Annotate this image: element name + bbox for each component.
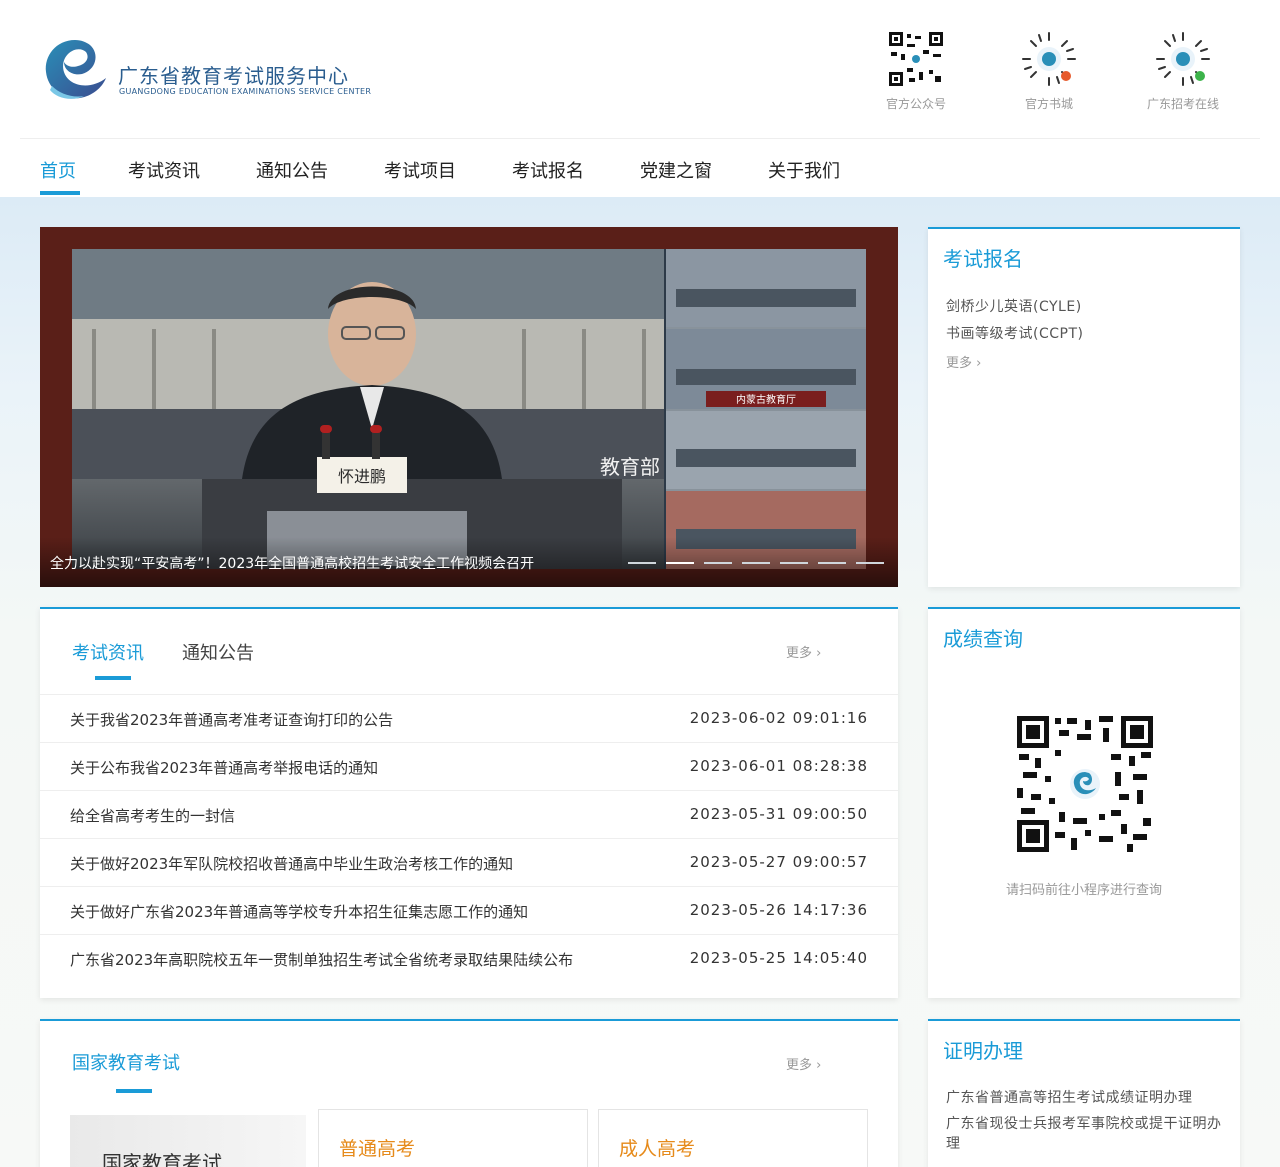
news-row[interactable]: 广东省2023年高职院校五年一贯制单独招生考试全省统考录取结果陆续公布 2023… [40,934,898,982]
score-query-card: 成绩查询 请扫码前往小程序进行查询 [928,607,1240,998]
org-name-cn: 广东省教育考试服务中心 [118,64,349,88]
news-row[interactable]: 关于公布我省2023年普通高考举报电话的通知 2023-06-01 08:28:… [40,742,898,790]
tab-exam-news[interactable]: 考试资讯 [72,639,144,665]
banner-photo-grid: 内蒙古教育厅 [666,249,866,569]
banner-photo-main: 怀进鹏 教育部 [72,249,664,569]
nav-exam-projects[interactable]: 考试项目 [384,157,456,183]
main-nav: 首页 考试资讯 通知公告 考试项目 考试报名 党建之窗 关于我们 [0,139,1280,197]
title-underline [116,1089,152,1093]
more-label: 更多 [786,646,813,661]
qr-label: 广东招考在线 [1146,97,1219,111]
nav-party-building[interactable]: 党建之窗 [640,157,712,183]
banner-slider[interactable]: 怀进鹏 教育部 内蒙古教育厅 全力以赴实现“平安高考”！2023年全国普通高校招… [40,227,898,587]
news-title[interactable]: 广东省2023年高职院校五年一贯制单独招生考试全省统考录取结果陆续公布 [70,949,640,970]
category-label: 成人高考 [619,1138,696,1160]
nav-home[interactable]: 首页 [40,157,76,183]
site-header: 广东省教育考试服务中心 GUANGDONG EDUCATION EXAMINAT… [0,0,1280,138]
exam-category-card[interactable]: 普通高考 [318,1109,588,1167]
news-date: 2023-05-27 09:00:57 [689,853,868,871]
video-grid-illustration: 内蒙古教育厅 [666,249,866,569]
more-link[interactable]: 更多 › [786,642,821,661]
national-exams-card: 国家教育考试 更多 › 国家教育考试 普通高考 成人高考 [40,1019,898,1167]
mini-program-code-icon [1155,31,1211,87]
certificate-link[interactable]: 广东省普通高等招生考试成绩证明办理 [946,1087,1193,1107]
certificate-card: 证明办理 广东省普通高等招生考试成绩证明办理 广东省现役士兵报考军事院校或提干证… [928,1019,1240,1167]
card-title: 考试报名 [943,247,1023,271]
mini-program-code-icon [1021,31,1077,87]
wall-text: 教育部 [600,455,660,479]
national-exams-image[interactable]: 国家教育考试 [70,1115,306,1167]
speaker-illustration: 怀进鹏 教育部 [72,249,664,569]
news-date: 2023-06-02 09:01:16 [689,709,868,727]
card-title: 证明办理 [943,1039,1023,1063]
slider-dot[interactable] [704,562,732,564]
qr-code-icon [887,30,945,88]
qr-hint: 请扫码前往小程序进行查询 [1005,883,1162,898]
nav-exam-registration[interactable]: 考试报名 [512,157,584,183]
news-row[interactable]: 关于做好2023年军队院校招收普通高中毕业生政治考核工作的通知 2023-05-… [40,838,898,886]
org-name-en: GUANGDONG EDUCATION EXAMINATIONS SERVICE… [119,87,372,96]
certificate-link[interactable]: 广东省现役士兵报考军事院校或提干证明办理 [946,1114,1226,1154]
exam-registration-card: 考试报名 剑桥少儿英语(CYLE) 书画等级考试(CCPT) 更多 › [928,227,1240,587]
slider-dot[interactable] [856,562,884,564]
name-card-text: 怀进鹏 [338,467,386,486]
news-date: 2023-05-26 14:17:36 [689,901,868,919]
tab-notices[interactable]: 通知公告 [182,639,254,665]
qr-gd-online[interactable]: 广东招考在线 [1138,30,1228,112]
logo-icon[interactable] [42,36,108,102]
nav-about-us[interactable]: 关于我们 [768,157,840,183]
news-title[interactable]: 关于做好广东省2023年普通高等学校专升本招生征集志愿工作的通知 [70,901,640,922]
slider-dot[interactable] [780,562,808,564]
more-label: 更多 [786,1058,813,1073]
category-label: 普通高考 [339,1138,416,1160]
slider-dot-active[interactable] [666,562,694,564]
chevron-right-icon: › [816,1058,822,1073]
news-row[interactable]: 关于做好广东省2023年普通高等学校专升本招生征集志愿工作的通知 2023-05… [40,886,898,934]
news-title[interactable]: 关于做好2023年军队院校招收普通高中毕业生政治考核工作的通知 [70,853,640,874]
news-row[interactable]: 给全省高考考生的一封信 2023-05-31 09:00:50 [40,790,898,838]
nav-active-indicator [40,191,80,195]
banner-caption[interactable]: 全力以赴实现“平安高考”！2023年全国普通高校招生考试安全工作视频会召开 [50,553,534,573]
panel-label-text: 内蒙古教育厅 [736,393,796,406]
more-label: 更多 [946,356,973,371]
qr-code-icon[interactable] [1015,714,1155,854]
registration-link[interactable]: 剑桥少儿英语(CYLE) [946,296,1082,316]
news-date: 2023-06-01 08:28:38 [689,757,868,775]
qr-bookstore[interactable]: 官方书城 [1004,30,1094,112]
nav-exam-news[interactable]: 考试资讯 [128,157,200,183]
card-title: 国家教育考试 [72,1053,180,1074]
slider-dot[interactable] [628,562,656,564]
qr-label: 官方公众号 [885,97,946,111]
more-link[interactable]: 更多 › [786,1054,821,1073]
news-title[interactable]: 关于公布我省2023年普通高考举报电话的通知 [70,757,640,778]
registration-link[interactable]: 书画等级考试(CCPT) [946,323,1083,343]
news-card: 考试资讯 通知公告 更多 › 关于我省2023年普通高考准考证查询打印的公告 2… [40,607,898,998]
news-row[interactable]: 关于我省2023年普通高考准考证查询打印的公告 2023-06-02 09:01… [40,694,898,742]
news-title[interactable]: 关于我省2023年普通高考准考证查询打印的公告 [70,709,640,730]
card-title: 成绩查询 [943,627,1023,651]
more-link[interactable]: 更多 › [946,352,981,371]
chevron-right-icon: › [816,646,822,661]
nav-notices[interactable]: 通知公告 [256,157,328,183]
slider-dot[interactable] [742,562,770,564]
slider-dot[interactable] [818,562,846,564]
tab-active-indicator [95,676,131,680]
news-date: 2023-05-31 09:00:50 [689,805,868,823]
exam-category-card[interactable]: 成人高考 [598,1109,868,1167]
chevron-right-icon: › [976,356,982,371]
qr-wechat-official[interactable]: 官方公众号 [871,30,961,112]
qr-label: 官方书城 [1024,97,1073,111]
image-label: 国家教育考试 [102,1151,222,1167]
news-date: 2023-05-25 14:05:40 [689,949,868,967]
news-title[interactable]: 给全省高考考生的一封信 [70,805,640,826]
